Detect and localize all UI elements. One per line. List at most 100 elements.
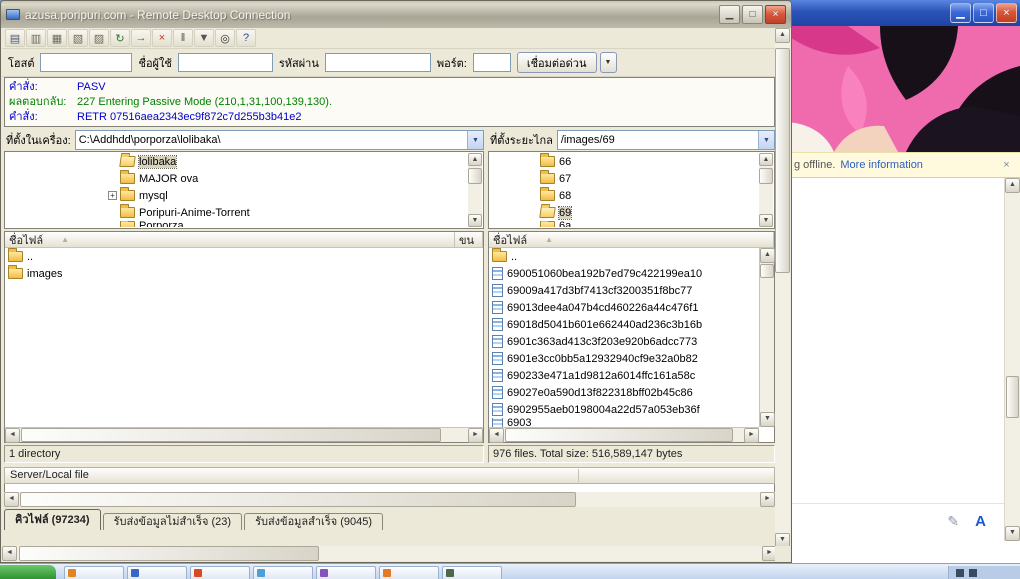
tree-item[interactable]: + lolibaka [6, 153, 468, 170]
scroll-down-icon[interactable]: ▼ [1005, 526, 1020, 541]
quickconnect-dropdown-icon[interactable]: ▼ [599, 52, 617, 73]
toolbar-icon[interactable]: ‖ [173, 29, 193, 47]
text-mode-icon[interactable]: A [975, 513, 986, 530]
scroll-left-icon[interactable]: ◄ [5, 428, 20, 443]
taskbar-button[interactable] [316, 566, 376, 579]
local-tree-scrollbar[interactable]: ▲ ▼ [468, 153, 482, 227]
scroll-down-icon[interactable]: ▼ [759, 214, 773, 227]
expand-icon[interactable]: + [108, 191, 117, 200]
scrollbar-track[interactable] [20, 428, 468, 442]
queue-column-header[interactable]: Server/Local file [4, 467, 775, 484]
toolbar-icon[interactable]: ▦ [47, 29, 67, 47]
scroll-up-icon[interactable]: ▲ [468, 153, 482, 166]
chevron-down-icon[interactable]: ▼ [758, 131, 774, 149]
scrollbar-thumb[interactable] [19, 546, 319, 561]
start-button[interactable] [0, 565, 56, 579]
file-row[interactable]: 6901c363ad413c3f203e920b6adcc773 [489, 333, 759, 350]
file-row[interactable]: 69027e0a590d13f822318bff02b45c86 [489, 384, 759, 401]
scrollbar-track[interactable] [759, 166, 773, 214]
quickconnect-button[interactable]: เชื่อมต่อด่วน [516, 52, 597, 73]
file-row[interactable]: .. [489, 248, 759, 265]
toolbar-icon[interactable]: ▨ [89, 29, 109, 47]
tree-item[interactable]: + 69 [490, 204, 759, 221]
file-row[interactable]: 6902955aeb0198004a22d57a053eb36f [489, 401, 759, 418]
toolbar-icon[interactable]: ▥ [26, 29, 46, 47]
port-input[interactable] [472, 53, 511, 72]
scroll-right-icon[interactable]: ► [468, 428, 483, 443]
background-window-titlebar[interactable]: ▁ □ × [788, 0, 1020, 26]
scrollbar-thumb[interactable] [468, 168, 482, 184]
rdp-vertical-scrollbar[interactable]: ▲ ▼ [775, 28, 790, 548]
transfer-queue[interactable] [4, 484, 775, 492]
minimize-button[interactable]: ▁ [950, 3, 971, 23]
username-input[interactable] [177, 53, 273, 72]
scrollbar-track[interactable] [17, 546, 762, 561]
host-input[interactable] [40, 53, 133, 72]
remote-path-combo[interactable]: /images/69 ▼ [556, 130, 775, 150]
scroll-up-icon[interactable]: ▲ [760, 248, 775, 263]
tree-item[interactable]: + mysql [6, 187, 468, 204]
scrollbar-thumb[interactable] [775, 48, 790, 273]
scroll-up-icon[interactable]: ▲ [775, 28, 790, 43]
queue-tab[interactable]: รับส่งข้อมูลไม่สำเร็จ (23) [102, 513, 243, 530]
chevron-down-icon[interactable]: ▼ [467, 131, 483, 149]
scrollbar-thumb[interactable] [21, 428, 441, 442]
taskbar-button[interactable] [442, 566, 502, 579]
scroll-right-icon[interactable]: ► [760, 492, 775, 507]
background-vertical-scrollbar[interactable]: ▲ ▼ [1004, 178, 1020, 541]
scroll-right-icon[interactable]: ► [744, 428, 759, 443]
file-row[interactable]: .. [5, 248, 483, 265]
file-row[interactable]: 690051060bea192b7ed79c422199ea10 [489, 265, 759, 282]
scroll-up-icon[interactable]: ▲ [1005, 178, 1020, 193]
tree-item[interactable]: + 67 [490, 170, 759, 187]
tray-icon[interactable] [969, 568, 977, 577]
toolbar-icon[interactable]: × [152, 29, 172, 47]
scroll-left-icon[interactable]: ◄ [489, 428, 504, 443]
queue-tab[interactable]: รับส่งข้อมูลสำเร็จ (9045) [244, 513, 384, 530]
file-row[interactable]: 6903 [489, 418, 759, 427]
scrollbar-thumb[interactable] [760, 264, 774, 278]
tray-icon[interactable] [956, 568, 964, 577]
scrollbar-track[interactable] [468, 166, 482, 214]
toolbar-icon[interactable]: ? [236, 29, 256, 47]
toolbar-icon[interactable]: ◎ [215, 29, 235, 47]
local-list-horizontal-scrollbar[interactable]: ◄ ► [5, 427, 483, 443]
scrollbar-track[interactable] [775, 43, 790, 533]
tree-item[interactable]: + 68 [490, 187, 759, 204]
tree-item[interactable]: + 66 [490, 153, 759, 170]
handwriting-mode-icon[interactable]: ✎ [947, 513, 959, 530]
scroll-left-icon[interactable]: ◄ [2, 546, 17, 561]
tree-item[interactable]: + 6a [490, 221, 759, 227]
file-row[interactable]: 69009a417d3bf7413cf3200351f8bc77 [489, 282, 759, 299]
filesize-column-header[interactable]: ขน [455, 232, 483, 247]
file-row[interactable]: 6901e3cc0bb5a12932940cf9e32a0b82 [489, 350, 759, 367]
toolbar-icon[interactable]: ▤ [5, 29, 25, 47]
rdp-titlebar[interactable]: azusa.poripuri.com - Remote Desktop Conn… [1, 1, 791, 28]
taskbar-button[interactable] [190, 566, 250, 579]
scrollbar-thumb[interactable] [505, 428, 733, 442]
file-row[interactable]: images [5, 265, 483, 282]
tree-item[interactable]: + MAJOR ova [6, 170, 468, 187]
file-row[interactable]: 69013dee4a047b4cd460226a44c476f1 [489, 299, 759, 316]
more-information-link[interactable]: More information [840, 159, 923, 171]
toolbar-icon[interactable]: ↻ [110, 29, 130, 47]
tree-item[interactable]: + Porporza [6, 221, 468, 227]
scrollbar-thumb[interactable] [759, 168, 773, 184]
scrollbar-track[interactable] [760, 263, 774, 412]
taskbar-button[interactable] [379, 566, 439, 579]
filename-column-header[interactable]: ชื่อไฟล์ ▲ [5, 232, 455, 247]
notification-close-icon[interactable]: × [999, 158, 1014, 173]
taskbar-button[interactable] [253, 566, 313, 579]
scrollbar-track[interactable] [504, 428, 744, 442]
file-row[interactable]: 69018d5041b601e662440ad236c3b16b [489, 316, 759, 333]
scrollbar-thumb[interactable] [1006, 376, 1019, 419]
maximize-button[interactable]: □ [973, 3, 994, 23]
queue-horizontal-scrollbar[interactable]: ◄ ► [4, 492, 775, 507]
rdp-horizontal-scrollbar[interactable]: ◄ ► [2, 546, 777, 561]
taskbar-button[interactable] [64, 566, 124, 579]
taskbar-button[interactable] [127, 566, 187, 579]
password-input[interactable] [324, 53, 431, 72]
scrollbar-track[interactable] [1005, 193, 1020, 526]
remote-list-horizontal-scrollbar[interactable]: ◄ ► [489, 427, 759, 443]
scrollbar-thumb[interactable] [20, 492, 576, 507]
